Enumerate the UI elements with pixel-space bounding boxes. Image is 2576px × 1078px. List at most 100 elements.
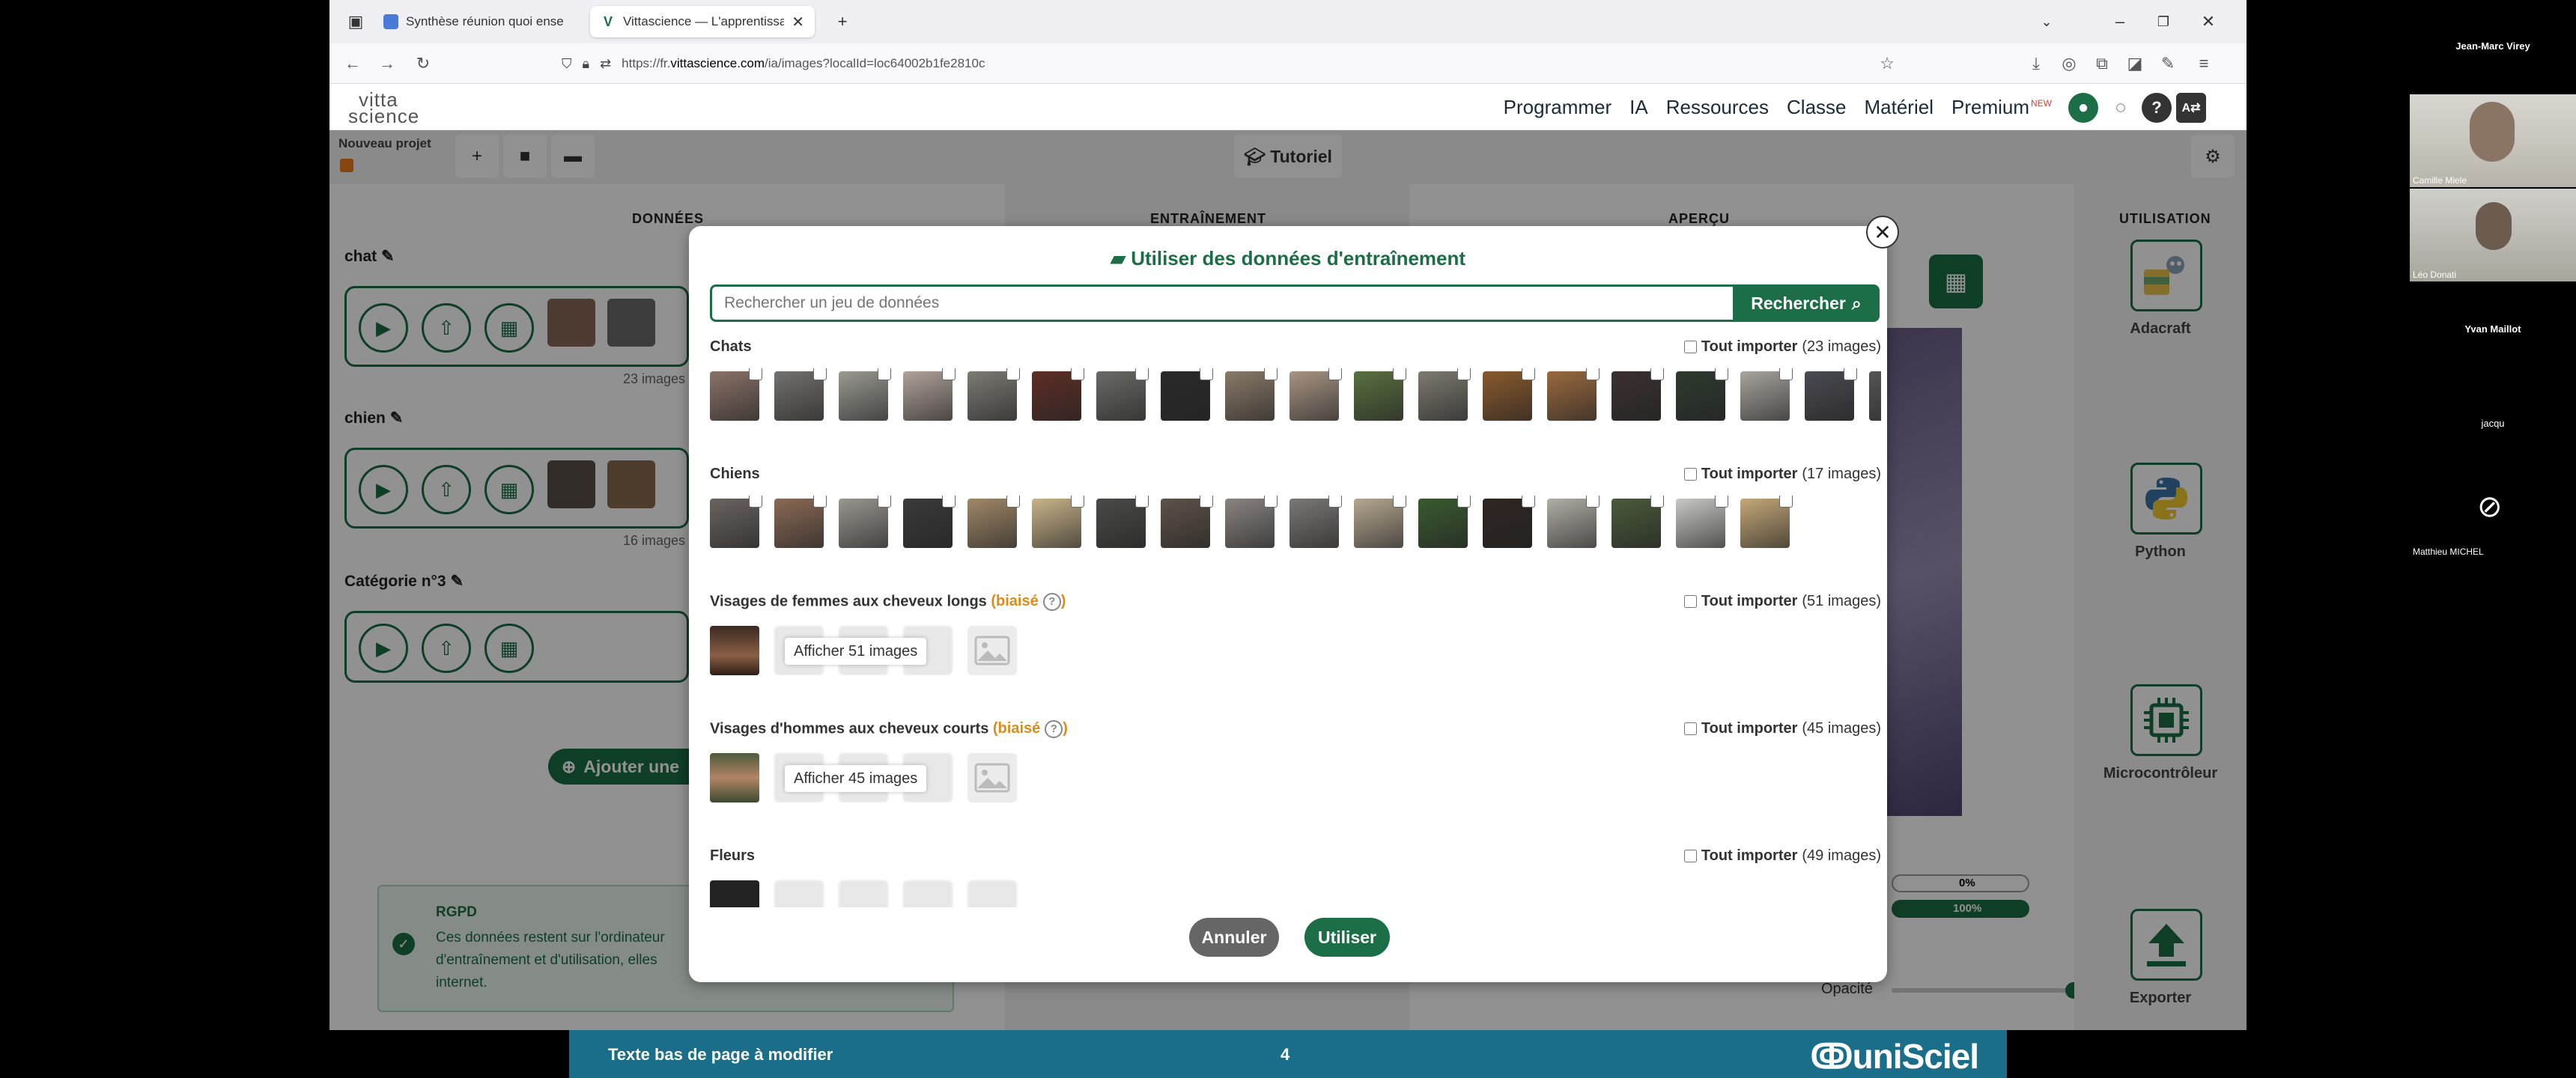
tab-label: Vittascience — L'apprentissage — [623, 14, 785, 28]
vittascience-logo[interactable]: vitta science — [348, 90, 438, 126]
use-button[interactable]: Utiliser — [1304, 918, 1390, 957]
close-tab-icon[interactable]: ✕ — [792, 13, 804, 31]
image-select-checkbox[interactable] — [749, 368, 762, 380]
nav-premium[interactable]: Premium NEW — [1951, 96, 2052, 119]
tab-list-icon[interactable]: ▣ — [343, 9, 368, 34]
url-bar[interactable]: ⛉ 🔒︎ ⇄ https://fr. vittascience.com/ia/im… — [562, 49, 1895, 78]
image-select-checkbox[interactable] — [878, 368, 891, 380]
image-select-checkbox[interactable] — [1650, 368, 1664, 380]
shield-icon: ⛉ — [562, 55, 572, 71]
tab-synthese[interactable]: Synthèse réunion quoi enseigner — [373, 6, 574, 37]
image-select-checkbox[interactable] — [1071, 496, 1084, 508]
participant-tile[interactable]: Camille Miele — [2410, 94, 2576, 187]
import-all-checkbox[interactable] — [1683, 468, 1697, 481]
image-select-checkbox[interactable] — [813, 368, 827, 380]
show-more-images-button[interactable]: Afficher 51 images — [785, 638, 927, 665]
image-select-checkbox[interactable] — [1071, 368, 1084, 380]
image-select-checkbox[interactable] — [1586, 496, 1600, 508]
image-select-checkbox[interactable] — [1586, 368, 1600, 380]
import-all-men[interactable]: Tout importer (45 images) — [1683, 720, 1881, 737]
image-select-checkbox[interactable] — [1200, 368, 1213, 380]
image-select-checkbox[interactable] — [1328, 368, 1342, 380]
image-select-checkbox[interactable] — [1457, 368, 1471, 380]
search-button[interactable]: Rechercher ⌕ — [1733, 284, 1880, 322]
dataset-image[interactable] — [710, 626, 759, 675]
dataset-search-input[interactable] — [710, 284, 1733, 322]
nav-ia[interactable]: IA — [1629, 96, 1648, 119]
restore-icon[interactable]: ❐ — [2151, 9, 2176, 34]
image-select-checkbox[interactable] — [1200, 496, 1213, 508]
import-all-checkbox[interactable] — [1683, 341, 1697, 353]
cancel-button[interactable]: Annuler — [1189, 918, 1279, 957]
tab-vittascience[interactable]: V Vittascience — L'apprentissage ✕ — [590, 6, 815, 37]
import-all-fleurs[interactable]: Tout importer (49 images) — [1683, 847, 1881, 865]
participant-tile[interactable]: Yvan Maillot — [2410, 283, 2576, 376]
image-select-checkbox[interactable] — [1264, 368, 1278, 380]
reload-icon[interactable]: ↻ — [410, 51, 436, 76]
slide-footer: Texte bas de page à modifier 4 ↂuniSciel — [569, 1030, 2007, 1078]
import-all-chats[interactable]: Tout importer (23 images) — [1683, 338, 1881, 356]
dataset-list[interactable]: Chats Tout importer (23 images) Chiens To… — [689, 338, 1887, 907]
image-select-checkbox[interactable] — [1844, 368, 1857, 380]
image-select-checkbox[interactable] — [878, 496, 891, 508]
import-all-chiens[interactable]: Tout importer (17 images) — [1683, 466, 1881, 483]
dataset-image[interactable] — [710, 880, 759, 907]
modal-close-icon[interactable]: ✕ — [1866, 216, 1899, 249]
image-select-checkbox[interactable] — [1522, 496, 1535, 508]
image-select-checkbox[interactable] — [1006, 368, 1020, 380]
question-circle-icon[interactable]: ? — [1042, 593, 1061, 611]
participant-tile[interactable]: jacqu — [2410, 377, 2576, 470]
bookmark-star-icon[interactable]: ☆ — [1880, 54, 1895, 73]
translate-icon[interactable]: A⇄ — [2176, 93, 2206, 123]
import-all-checkbox[interactable] — [1683, 595, 1697, 608]
forward-icon[interactable]: → — [374, 51, 400, 76]
image-select-checkbox[interactable] — [1650, 496, 1664, 508]
dataset-image[interactable] — [1869, 371, 1881, 421]
import-all-checkbox[interactable] — [1683, 850, 1697, 862]
participant-tile[interactable]: ⊘ Matthieu MICHEL — [2410, 472, 2576, 564]
new-tab-icon[interactable]: + — [830, 9, 855, 34]
menu-icon[interactable]: ≡ — [2191, 51, 2217, 76]
participant-tile[interactable]: Jean-Marc Virey — [2410, 0, 2576, 93]
nav-ressources[interactable]: Ressources — [1666, 96, 1769, 119]
show-more-images-button[interactable]: Afficher 45 images — [785, 765, 927, 792]
browser-window: ▣ Synthèse réunion quoi enseigner V Vitt… — [329, 0, 2247, 1030]
close-window-icon[interactable]: ✕ — [2196, 9, 2221, 34]
question-circle-icon[interactable]: ? — [1045, 720, 1063, 738]
image-select-checkbox[interactable] — [749, 496, 762, 508]
image-select-checkbox[interactable] — [1393, 496, 1406, 508]
participant-tile[interactable]: Léo Donati — [2410, 189, 2576, 281]
image-select-checkbox[interactable] — [1135, 496, 1149, 508]
extensions-icon[interactable]: ⧉ — [2089, 51, 2115, 76]
back-icon[interactable]: ← — [340, 51, 365, 76]
nav-materiel[interactable]: Matériel — [1865, 96, 1933, 119]
image-select-checkbox[interactable] — [942, 368, 956, 380]
image-select-checkbox[interactable] — [1779, 496, 1793, 508]
image-select-checkbox[interactable] — [1779, 368, 1793, 380]
screenshot-icon[interactable]: ◪ — [2122, 51, 2148, 76]
download-icon[interactable]: ⤓ — [2023, 51, 2049, 76]
image-select-checkbox[interactable] — [1264, 496, 1278, 508]
image-select-checkbox[interactable] — [1135, 368, 1149, 380]
import-all-checkbox[interactable] — [1683, 722, 1697, 735]
import-all-women[interactable]: Tout importer (51 images) — [1683, 593, 1881, 610]
image-select-checkbox[interactable] — [813, 496, 827, 508]
image-select-checkbox[interactable] — [1393, 368, 1406, 380]
account-icon[interactable]: ◎ — [2056, 51, 2082, 76]
eye-slash-icon[interactable]: ◌ — [2106, 93, 2136, 123]
image-select-checkbox[interactable] — [1522, 368, 1535, 380]
nav-classe[interactable]: Classe — [1787, 96, 1846, 119]
dataset-image[interactable] — [710, 753, 759, 803]
nav-programmer[interactable]: Programmer — [1504, 96, 1611, 119]
image-select-checkbox[interactable] — [1457, 496, 1471, 508]
help-icon[interactable]: ? — [2142, 93, 2172, 123]
chevron-down-icon[interactable]: ⌄ — [2034, 9, 2059, 34]
user-avatar-icon[interactable]: ● — [2068, 93, 2098, 123]
minimize-icon[interactable]: – — [2107, 9, 2133, 34]
image-select-checkbox[interactable] — [1715, 496, 1728, 508]
image-select-checkbox[interactable] — [1715, 368, 1728, 380]
image-select-checkbox[interactable] — [1006, 496, 1020, 508]
image-select-checkbox[interactable] — [942, 496, 956, 508]
pen-icon[interactable]: ✎ — [2155, 51, 2181, 76]
image-select-checkbox[interactable] — [1328, 496, 1342, 508]
